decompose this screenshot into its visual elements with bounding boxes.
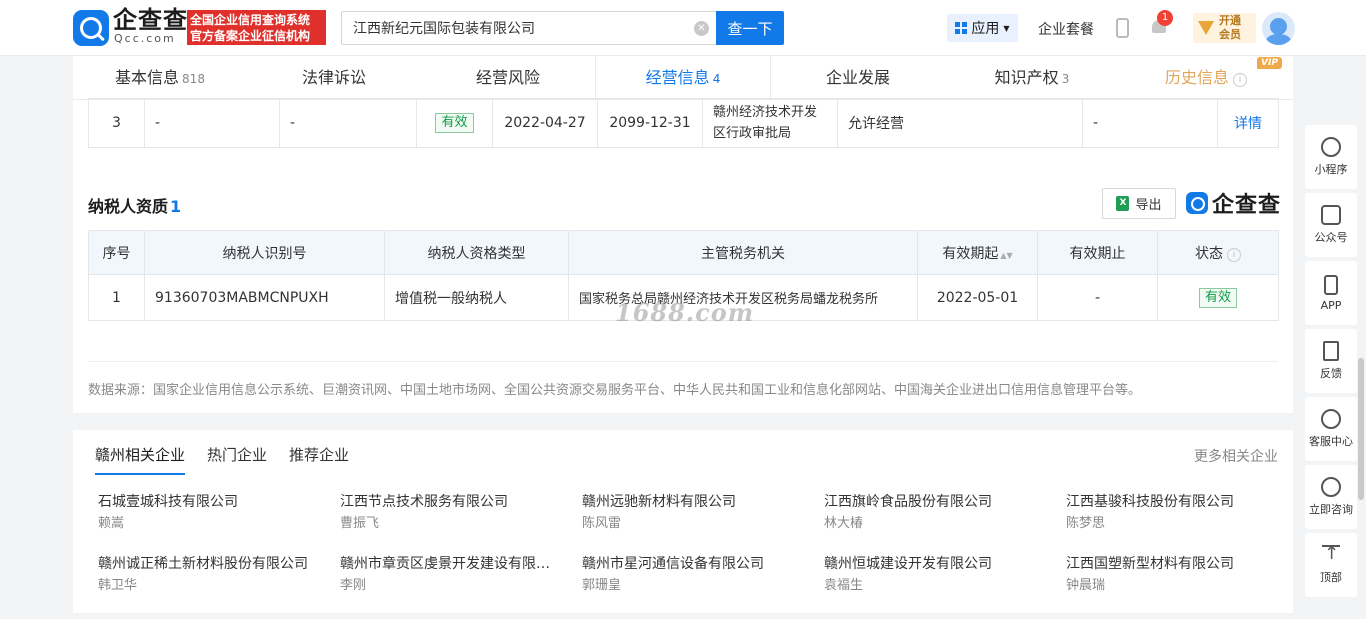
- tab-ip[interactable]: 知识产权 3: [945, 56, 1119, 99]
- sidebar-item-official-account[interactable]: 公众号: [1305, 193, 1357, 257]
- license-table: 3 - - 有效 2022-04-27 2099-12-31 赣州经济技术开发区…: [88, 98, 1279, 148]
- vip-tag: VIP: [1257, 57, 1282, 69]
- headset-icon: [1321, 409, 1341, 429]
- data-source-text: 数据来源：国家企业信用信息公示系统、巨潮资讯网、中国土地市场网、全国公共资源交易…: [88, 383, 1142, 398]
- avatar[interactable]: [1262, 12, 1295, 45]
- phone-icon[interactable]: [1116, 18, 1129, 38]
- more-related-link[interactable]: 更多相关企业: [1194, 446, 1278, 466]
- excel-icon: X: [1116, 196, 1130, 211]
- chat-icon: [1321, 477, 1341, 497]
- taxpayer-section-title: 纳税人资质 1: [88, 197, 182, 216]
- logo-subtext: Qcc.com: [114, 32, 176, 45]
- sidebar-item-mini-program[interactable]: 小程序: [1305, 125, 1357, 189]
- table-row: 3 - - 有效 2022-04-27 2099-12-31 赣州经济技术开发区…: [88, 98, 1279, 148]
- related-companies-card: 赣州相关企业 热门企业 推荐企业 更多相关企业 石城壹城科技有限公司 赖嵩 江西节…: [73, 430, 1293, 613]
- search-button[interactable]: 查一下: [716, 11, 784, 45]
- list-item: 江西基骏科技股份有限公司 陈梦思: [1066, 494, 1234, 531]
- tab-business-info[interactable]: 经营信息 4: [595, 56, 771, 99]
- watermark: 1688.com: [615, 298, 755, 327]
- enterprise-packages-link[interactable]: 企业套餐: [1038, 19, 1094, 39]
- tab-basic-info[interactable]: 基本信息 818: [73, 56, 247, 99]
- sidebar-item-feedback[interactable]: 反馈: [1305, 329, 1357, 393]
- credit-badge[interactable]: 全国企业信用查询系统 官方备案企业征信机构: [187, 10, 326, 45]
- sidebar-item-app[interactable]: APP: [1305, 261, 1357, 325]
- list-item: 江西国塑新型材料有限公司 钟晨瑞: [1066, 556, 1234, 593]
- phone-icon: [1324, 274, 1338, 295]
- qcc-logo-icon: [1186, 192, 1208, 214]
- caret-down-icon: ▼: [1003, 23, 1010, 33]
- tab-risk[interactable]: 经营风险: [421, 56, 595, 99]
- business-info-card: 3 - - 有效 2022-04-27 2099-12-31 赣州经济技术开发区…: [73, 98, 1293, 413]
- official-account-icon: [1321, 205, 1341, 225]
- logo-text[interactable]: 企查查: [113, 7, 188, 33]
- sidebar-item-consult[interactable]: 立即咨询: [1305, 465, 1357, 529]
- tab-recommended[interactable]: 推荐企业: [289, 445, 349, 475]
- apps-button[interactable]: 应用 ▼: [947, 14, 1018, 42]
- search-input[interactable]: [342, 12, 672, 44]
- list-item: 赣州诚正稀土新材料股份有限公司 韩卫华: [98, 556, 308, 593]
- list-item: 江西旗岭食品股份有限公司 林大椿: [824, 494, 992, 531]
- list-item: 赣州市章贡区虔景开发建设有限公司 李刚: [340, 556, 552, 593]
- tab-hot-companies[interactable]: 热门企业: [207, 445, 267, 475]
- apps-grid-icon: [955, 22, 968, 34]
- sidebar-item-service-center[interactable]: 客服中心: [1305, 397, 1357, 461]
- related-tabs: 赣州相关企业 热门企业 推荐企业: [95, 445, 349, 475]
- info-icon[interactable]: i: [1227, 247, 1241, 262]
- qcc-brand-logo: 企查查: [1186, 190, 1281, 218]
- sidebar-item-top[interactable]: 顶部: [1305, 533, 1357, 597]
- scrollbar[interactable]: [1358, 358, 1364, 500]
- company-grid: 石城壹城科技有限公司 赖嵩 江西节点技术服务有限公司 曹振飞 赣州远驰新材料有限公司…: [98, 493, 1278, 595]
- vip-crown-icon: [1198, 21, 1214, 35]
- tab-legal[interactable]: 法律诉讼: [247, 56, 421, 99]
- back-to-top-icon: [1322, 543, 1340, 565]
- status-badge: 有效: [435, 113, 474, 133]
- tab-ganzhou-related[interactable]: 赣州相关企业: [95, 445, 186, 475]
- right-sidebar: 小程序 公众号 APP 反馈 客服中心 立即咨询 顶部: [1305, 125, 1357, 601]
- list-item: 石城壹城科技有限公司 赖嵩: [98, 494, 238, 531]
- open-vip-button[interactable]: 开通 会员: [1193, 13, 1256, 43]
- qcc-logo-icon[interactable]: [73, 10, 109, 46]
- divider: [88, 361, 1278, 362]
- mini-program-icon: [1321, 137, 1341, 157]
- export-button[interactable]: X 导出: [1102, 188, 1176, 219]
- info-icon: i: [1233, 73, 1247, 87]
- section-tabs: 基本信息 818 法律诉讼 经营风险 经营信息 4 企业发展 知识产权 3 历史信息 i…: [73, 56, 1293, 100]
- list-item: 赣州市星河通信设备有限公司 郭珊皇: [582, 556, 764, 593]
- search-box: ✕: [341, 11, 717, 45]
- list-item: 赣州恒城建设开发有限公司 袁福生: [824, 556, 992, 593]
- top-header: 企查查 Qcc.com 全国企业信用查询系统 官方备案企业征信机构 ✕ 查一下 …: [0, 0, 1366, 56]
- clear-icon[interactable]: ✕: [694, 21, 709, 36]
- sortable-header-start[interactable]: 有效期起 ▲▼: [917, 230, 1038, 275]
- list-item: 赣州远驰新材料有限公司 陈风雷: [582, 494, 736, 531]
- tab-history[interactable]: 历史信息 i VIP: [1119, 56, 1293, 99]
- notification-count: 1: [1157, 10, 1173, 26]
- table-header-row: 序号 纳税人识别号 纳税人资格类型 主管税务机关 有效期起 ▲▼ 有效期止 状态 i: [88, 230, 1279, 275]
- sort-icon[interactable]: ▲▼: [1000, 251, 1012, 260]
- list-item: 江西节点技术服务有限公司 曹振飞: [340, 494, 508, 531]
- feedback-icon: [1323, 341, 1339, 361]
- tab-development[interactable]: 企业发展: [771, 56, 945, 99]
- status-badge: 有效: [1198, 287, 1237, 308]
- detail-link[interactable]: 详情: [1234, 116, 1262, 132]
